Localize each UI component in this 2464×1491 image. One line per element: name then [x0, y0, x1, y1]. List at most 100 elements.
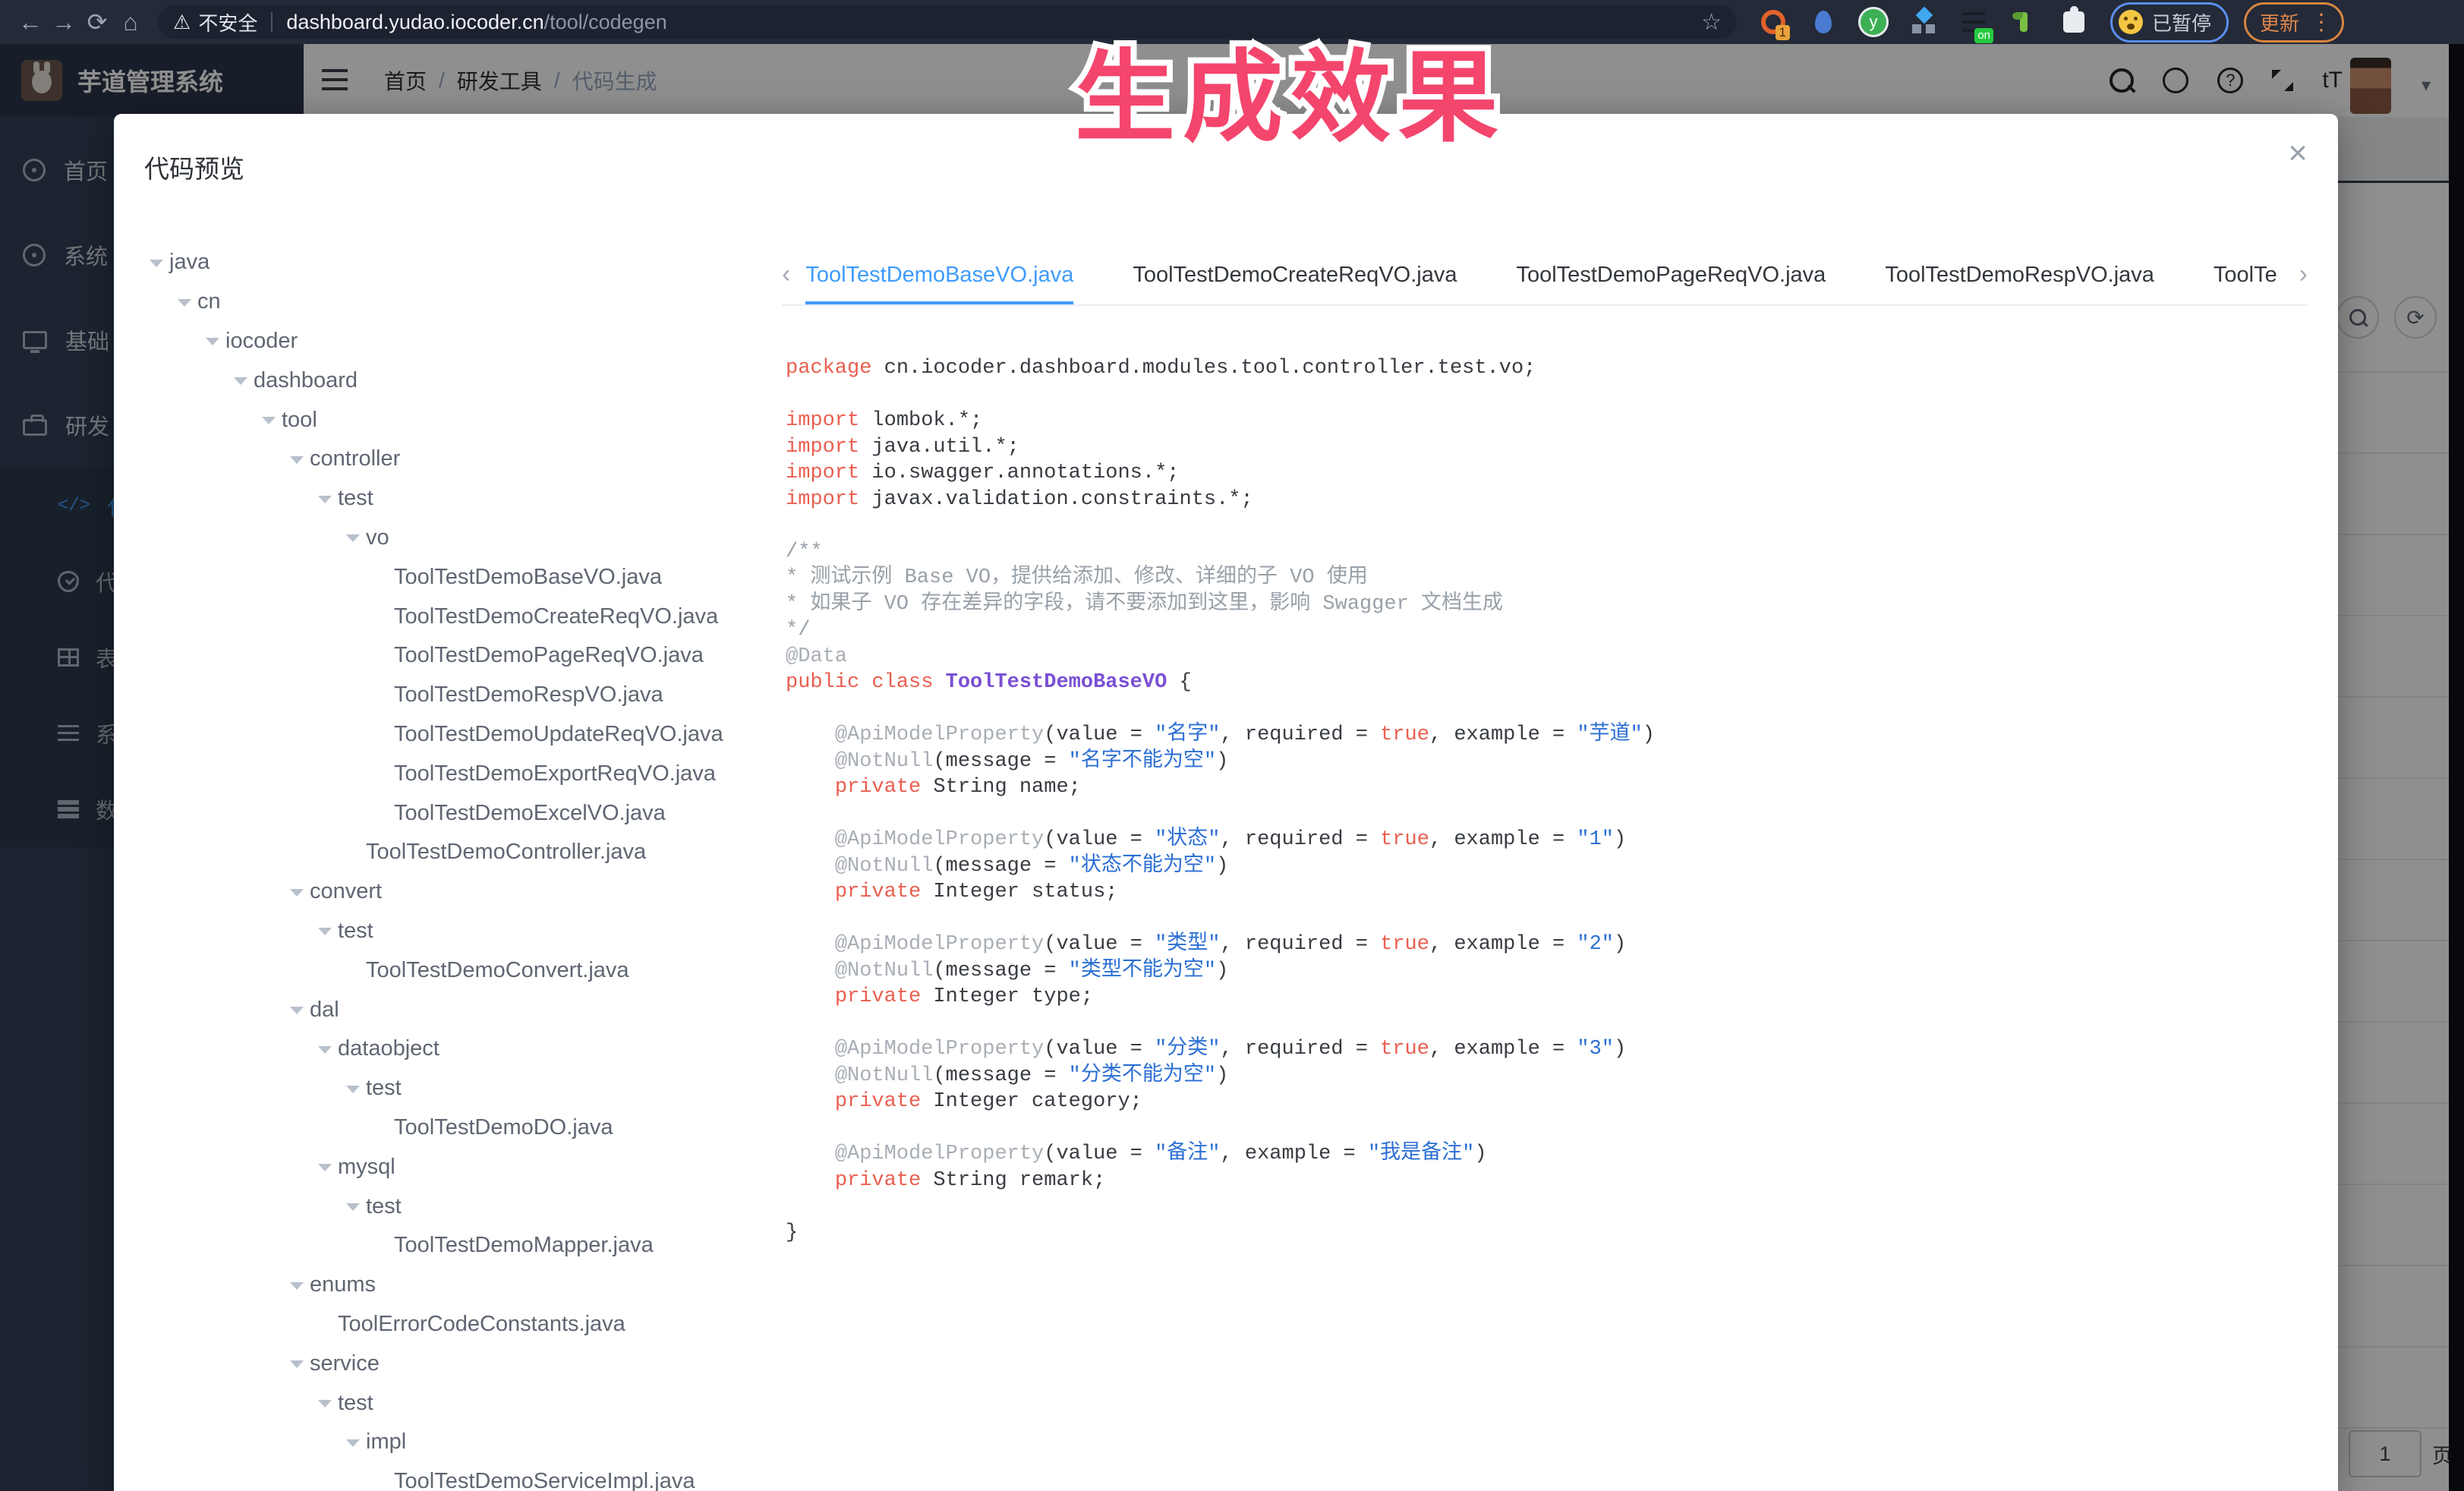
caret-down-icon[interactable] — [346, 1436, 358, 1448]
bookmark-star-icon[interactable]: ☆ — [1701, 9, 1722, 36]
browser-update-button[interactable]: 更新 ⋮ — [2244, 2, 2344, 43]
tree-item-label: java — [169, 250, 210, 275]
file-tab[interactable]: ToolTe — [2214, 263, 2277, 304]
tree-folder-item[interactable]: controller — [114, 440, 767, 479]
tree-folder-item[interactable]: convert — [114, 872, 767, 912]
tree-leaf-spacer — [374, 1476, 386, 1488]
tree-folder-item[interactable]: cn — [114, 282, 767, 322]
tree-file-item[interactable]: ToolTestDemoPageReqVO.java — [114, 636, 767, 676]
tree-item-label: ToolTestDemoPageReqVO.java — [394, 643, 704, 668]
extension-puzzle-icon[interactable] — [2059, 7, 2089, 37]
profile-paused-chip[interactable]: 已暂停 — [2110, 2, 2229, 43]
tree-item-label: ToolTestDemoUpdateReqVO.java — [394, 722, 723, 747]
extension-orange-icon[interactable]: 1 — [1758, 7, 1788, 37]
tree-folder-item[interactable]: service — [114, 1344, 767, 1383]
tree-file-item[interactable]: ToolTestDemoServiceImpl.java — [114, 1462, 767, 1491]
tree-file-item[interactable]: ToolTestDemoExcelVO.java — [114, 793, 767, 833]
extension-green-icon[interactable]: y — [1858, 7, 1889, 37]
tree-folder-item[interactable]: enums — [114, 1266, 767, 1305]
extension-list-icon[interactable]: on — [1958, 7, 1989, 37]
tree-item-label: vo — [366, 525, 389, 550]
tree-file-item[interactable]: ToolTestDemoBaseVO.java — [114, 557, 767, 597]
extension-grid-icon[interactable] — [1908, 7, 1939, 37]
forward-icon[interactable]: → — [47, 8, 80, 36]
tree-folder-item[interactable]: test — [114, 1187, 767, 1226]
caret-down-icon[interactable] — [262, 414, 274, 426]
tree-file-item[interactable]: ToolTestDemoExportReqVO.java — [114, 754, 767, 793]
tree-item-label: test — [366, 1194, 402, 1219]
code-line: @Data — [786, 644, 2308, 670]
tree-leaf-spacer — [374, 571, 386, 583]
caret-down-icon[interactable] — [318, 1161, 330, 1173]
caret-down-icon[interactable] — [290, 1357, 302, 1370]
extension-drop-icon[interactable] — [1808, 7, 1839, 37]
code-line: private Integer status; — [786, 879, 2308, 906]
security-label[interactable]: 不安全 — [198, 8, 257, 36]
tree-folder-item[interactable]: dataobject — [114, 1029, 767, 1069]
url-path[interactable]: /tool/codegen — [544, 11, 667, 34]
file-tab[interactable]: ToolTestDemoCreateReqVO.java — [1133, 263, 1457, 304]
tree-folder-item[interactable]: vo — [114, 519, 767, 558]
tree-file-item[interactable]: ToolTestDemoMapper.java — [114, 1226, 767, 1266]
file-tab[interactable]: ToolTestDemoRespVO.java — [1885, 263, 2154, 304]
close-icon[interactable]: × — [2288, 137, 2308, 170]
caret-down-icon[interactable] — [234, 374, 246, 386]
caret-down-icon[interactable] — [150, 257, 162, 269]
tree-leaf-spacer — [374, 1240, 386, 1252]
tree-folder-item[interactable]: impl — [114, 1423, 767, 1462]
browser-menu-icon[interactable]: ⋮ — [2310, 9, 2333, 36]
tree-item-label: ToolTestDemoExcelVO.java — [394, 801, 666, 826]
code-line: @ApiModelProperty(value = "备注", example … — [786, 1141, 2308, 1168]
home-icon[interactable]: ⌂ — [114, 8, 147, 36]
caret-down-icon[interactable] — [290, 886, 302, 898]
caret-down-icon[interactable] — [346, 1200, 358, 1212]
url-host[interactable]: dashboard.yudao.iocoder.cn — [286, 11, 544, 34]
caret-down-icon[interactable] — [206, 335, 218, 347]
tabs-scroll-left-icon[interactable]: ‹ — [782, 260, 805, 304]
caret-down-icon[interactable] — [318, 1397, 330, 1409]
tree-file-item[interactable]: ToolTestDemoController.java — [114, 833, 767, 872]
back-icon[interactable]: ← — [14, 8, 47, 36]
tree-folder-item[interactable]: test — [114, 1069, 767, 1108]
caret-down-icon[interactable] — [290, 1279, 302, 1291]
tree-leaf-spacer — [374, 728, 386, 740]
tree-folder-item[interactable]: test — [114, 912, 767, 951]
caret-down-icon[interactable] — [318, 493, 330, 505]
caret-down-icon[interactable] — [290, 1004, 302, 1016]
tree-file-item[interactable]: ToolTestDemoCreateReqVO.java — [114, 597, 767, 636]
reload-icon[interactable]: ⟳ — [80, 8, 114, 36]
tree-folder-item[interactable]: mysql — [114, 1147, 767, 1187]
tree-folder-item[interactable]: java — [114, 243, 767, 282]
code-view[interactable]: package cn.iocoder.dashboard.modules.too… — [786, 355, 2308, 1491]
caret-down-icon[interactable] — [318, 1043, 330, 1055]
code-line — [786, 801, 2308, 827]
tabs-scroll-right-icon[interactable]: › — [2284, 260, 2308, 304]
tree-file-item[interactable]: ToolErrorCodeConstants.java — [114, 1305, 767, 1344]
tree-file-item[interactable]: ToolTestDemoRespVO.java — [114, 676, 767, 715]
caret-down-icon[interactable] — [318, 925, 330, 937]
tree-item-label: mysql — [338, 1155, 395, 1180]
caret-down-icon[interactable] — [346, 1083, 358, 1095]
code-line: import io.swagger.annotations.*; — [786, 460, 2308, 487]
tree-file-item[interactable]: ToolTestDemoConvert.java — [114, 950, 767, 990]
caret-down-icon[interactable] — [178, 296, 190, 308]
annotation-text: 生成效果 — [1075, 17, 1506, 162]
tree-folder-item[interactable]: test — [114, 479, 767, 519]
caret-down-icon[interactable] — [346, 531, 358, 544]
tree-item-label: ToolTestDemoRespVO.java — [394, 682, 663, 708]
tree-file-item[interactable]: ToolTestDemoDO.java — [114, 1108, 767, 1148]
caret-down-icon[interactable] — [290, 453, 302, 465]
code-line: import lombok.*; — [786, 408, 2308, 434]
tree-file-item[interactable]: ToolTestDemoUpdateReqVO.java — [114, 715, 767, 755]
tree-folder-item[interactable]: dashboard — [114, 361, 767, 400]
extension-sprout-icon[interactable] — [2009, 7, 2039, 37]
tree-folder-item[interactable]: iocoder — [114, 322, 767, 361]
tree-leaf-spacer — [374, 768, 386, 780]
code-line: @ApiModelProperty(value = "状态", required… — [786, 827, 2308, 853]
tree-folder-item[interactable]: test — [114, 1383, 767, 1423]
tree-folder-item[interactable]: tool — [114, 400, 767, 440]
tree-folder-item[interactable]: dal — [114, 990, 767, 1029]
file-tab[interactable]: ToolTestDemoPageReqVO.java — [1516, 263, 1826, 304]
tree-leaf-spacer — [346, 964, 358, 976]
file-tab[interactable]: ToolTestDemoBaseVO.java — [805, 263, 1073, 304]
